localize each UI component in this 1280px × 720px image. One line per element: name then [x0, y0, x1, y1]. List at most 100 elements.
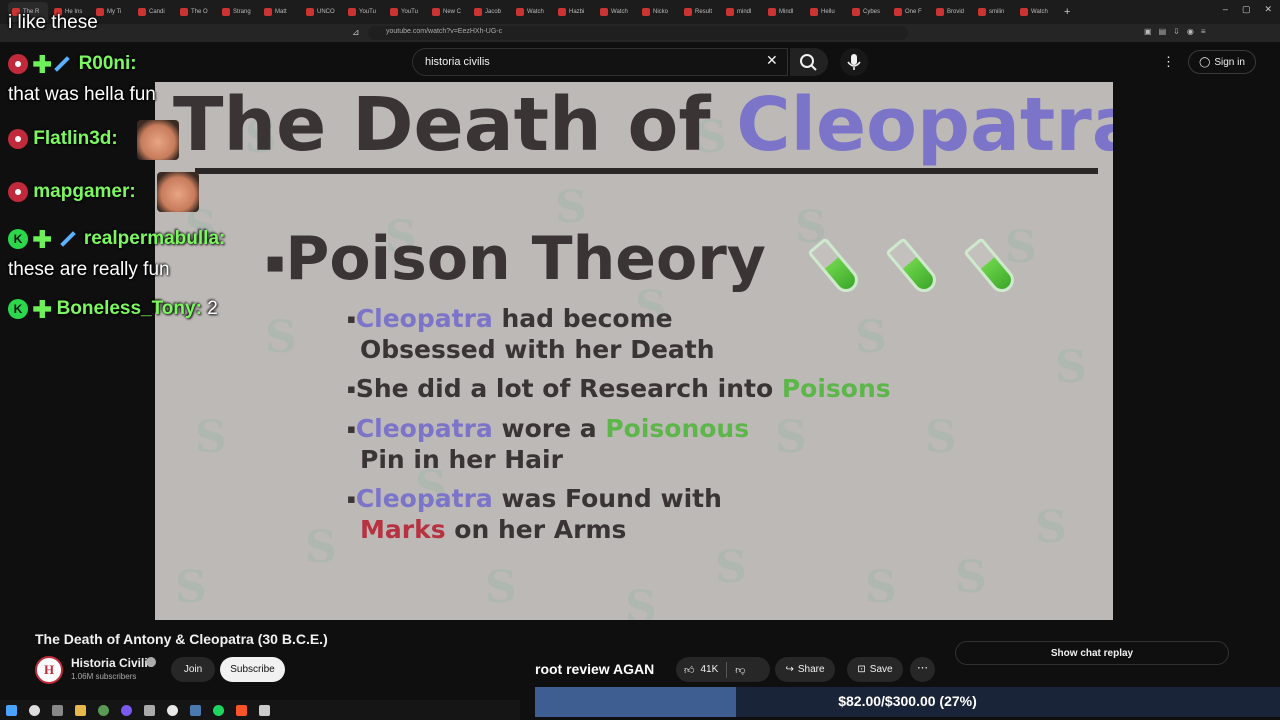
- sign-in-button[interactable]: ◯ Sign in: [1188, 50, 1256, 74]
- channel-avatar[interactable]: H: [35, 656, 63, 684]
- search-button[interactable]: [790, 48, 828, 76]
- new-tab-button[interactable]: +: [1064, 6, 1070, 18]
- browser-tab[interactable]: YouTu: [386, 2, 426, 22]
- browser-tab[interactable]: Watch: [1016, 2, 1056, 22]
- browser-tab[interactable]: mindl: [722, 2, 762, 22]
- browser-tab[interactable]: Hazbi: [554, 2, 594, 22]
- tab-favicon-icon: [432, 8, 440, 16]
- tab-label: Jacob: [485, 9, 502, 15]
- plus-badge-icon: [33, 299, 52, 318]
- sidebar-icon[interactable]: ▤: [1159, 27, 1167, 36]
- chat-message: that was hella fun: [8, 84, 156, 105]
- search-icon: [800, 54, 817, 71]
- tab-label: Candi: [149, 9, 165, 15]
- taskbar: [0, 700, 520, 720]
- moderator-badge-icon: [8, 53, 28, 74]
- browser-tab[interactable]: One F: [890, 2, 930, 22]
- browser-tab[interactable]: Cybes: [848, 2, 888, 22]
- background-squiggle: S: [925, 412, 957, 463]
- subscribe-button[interactable]: Subscribe: [220, 657, 285, 682]
- download-icon[interactable]: ⇩: [1173, 27, 1180, 36]
- channel-name[interactable]: Historia Civilis: [71, 656, 154, 670]
- tab-favicon-icon: [180, 8, 188, 16]
- browser-tab[interactable]: Candi: [134, 2, 174, 22]
- search-taskbar-icon[interactable]: [29, 704, 40, 716]
- browser-tab[interactable]: Jacob: [470, 2, 510, 22]
- video-player[interactable]: SSSSSSSSSSSSSSSSSSSSSSS The Death of Cle…: [155, 82, 1113, 620]
- app-icon[interactable]: [144, 704, 155, 716]
- browser-tab-strip: The R He Ins My Ti Candi The O Strang Matt UNCO…: [0, 0, 1280, 24]
- browser-tab[interactable]: Strang: [218, 2, 258, 22]
- like-button[interactable]: 👍︎ 41K: [684, 664, 718, 676]
- browser-tab[interactable]: YouTu: [344, 2, 384, 22]
- tab-label: smilin: [989, 9, 1005, 15]
- browser-tab[interactable]: The O: [176, 2, 216, 22]
- browser-tab[interactable]: UNCO: [302, 2, 342, 22]
- search-input[interactable]: historia civilis: [412, 48, 788, 76]
- url-field[interactable]: youtube.com/watch?v=EezHXh-UG-c: [368, 26, 908, 40]
- browser-tab[interactable]: Watch: [512, 2, 552, 22]
- chat-username: Flatlin3d:: [8, 128, 118, 150]
- browser-tab[interactable]: Hellu: [806, 2, 846, 22]
- tab-label: Watch: [611, 9, 628, 15]
- spotify-icon[interactable]: [213, 704, 224, 716]
- brave-icon[interactable]: [236, 704, 247, 716]
- folder-icon[interactable]: [75, 704, 86, 716]
- background-squiggle: S: [955, 552, 987, 603]
- browser-tab[interactable]: Watch: [596, 2, 636, 22]
- task-view-icon[interactable]: [52, 704, 63, 716]
- app-icon[interactable]: [98, 704, 109, 716]
- tab-favicon-icon: [768, 8, 776, 16]
- close-window-icon[interactable]: ✕: [1264, 4, 1272, 15]
- tab-favicon-icon: [390, 8, 398, 16]
- bookmark-icon[interactable]: ⊿: [352, 27, 360, 38]
- tab-label: One F: [905, 9, 922, 15]
- tab-label: Result: [695, 9, 713, 15]
- tab-favicon-icon: [222, 8, 230, 16]
- browser-tab[interactable]: New C: [428, 2, 468, 22]
- more-actions-button[interactable]: ⋯: [910, 657, 935, 682]
- browser-tab[interactable]: smilin: [974, 2, 1014, 22]
- join-button[interactable]: Join: [171, 657, 215, 682]
- tab-label: YouTu: [401, 9, 418, 15]
- voice-search-button[interactable]: [840, 48, 868, 76]
- app-icon[interactable]: [259, 704, 270, 716]
- share-icon: ↪: [785, 664, 794, 675]
- browser-tab[interactable]: My Ti: [92, 2, 132, 22]
- menu-icon[interactable]: ≡: [1201, 27, 1206, 36]
- save-button[interactable]: ⊡ Save: [847, 657, 903, 682]
- tab-favicon-icon: [894, 8, 902, 16]
- test-tube-icon: [807, 237, 863, 297]
- tab-favicon-icon: [138, 8, 146, 16]
- clear-search-icon[interactable]: ✕: [766, 52, 778, 69]
- discord-icon[interactable]: [121, 704, 132, 716]
- tab-favicon-icon: [474, 8, 482, 16]
- browser-tab[interactable]: Nicko: [638, 2, 678, 22]
- browser-tab[interactable]: Matt: [260, 2, 300, 22]
- chat-username: mapgamer:: [8, 181, 136, 203]
- background-squiggle: S: [855, 312, 887, 363]
- profile-icon[interactable]: ◉: [1187, 27, 1194, 36]
- background-squiggle: S: [1035, 502, 1067, 553]
- dislike-button[interactable]: 👎︎: [735, 664, 745, 676]
- tab-label: Hazbi: [569, 9, 585, 15]
- chrome-icon[interactable]: [167, 704, 178, 716]
- browser-tab[interactable]: Brovid: [932, 2, 972, 22]
- settings-menu-icon[interactable]: ⋮: [1162, 54, 1175, 70]
- background-squiggle: S: [175, 562, 207, 613]
- maximize-icon[interactable]: ▢: [1242, 4, 1251, 15]
- browser-tab[interactable]: Mindl: [764, 2, 804, 22]
- minimize-icon[interactable]: –: [1223, 4, 1228, 15]
- start-icon[interactable]: [6, 704, 17, 716]
- extension-icon[interactable]: ▣: [1144, 27, 1152, 36]
- sword-badge-icon: [54, 56, 71, 72]
- browser-tab[interactable]: Result: [680, 2, 720, 22]
- chat-username: R00ni:: [8, 53, 137, 75]
- share-button[interactable]: ↪ Share: [775, 657, 835, 682]
- steam-icon[interactable]: [190, 704, 201, 716]
- tab-label: Matt: [275, 9, 287, 15]
- thumbs-up-icon: 👍︎: [684, 664, 695, 676]
- slide-title: The Death of Cleopatra: [173, 82, 1113, 168]
- background-squiggle: S: [775, 412, 807, 463]
- show-chat-replay-button[interactable]: Show chat replay: [955, 641, 1229, 665]
